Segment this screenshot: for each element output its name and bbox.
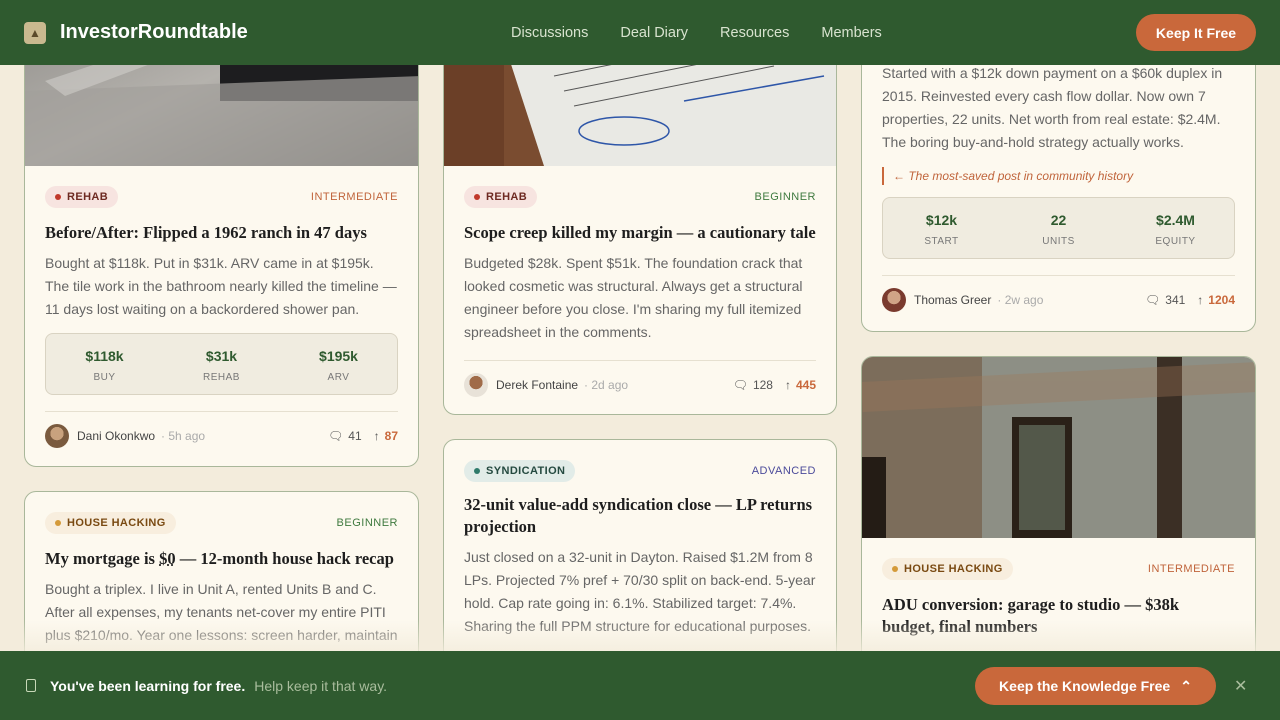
category-badge[interactable]: SYNDICATION: [464, 460, 576, 482]
stat-rehab-value: $31k: [205, 348, 238, 364]
stat-equity-label: EQUITY: [1155, 236, 1196, 247]
post-footer: Thomas Greer · 2w ago 🗨 341 ↑ 1204: [882, 276, 1235, 324]
post-title[interactable]: 32-unit value-add syndication close — LP…: [464, 494, 816, 538]
comment-icon: 🗨: [328, 429, 344, 443]
difficulty-label: BEGINNER: [336, 517, 398, 529]
banner-subtext: Help keep it that way.: [254, 677, 388, 694]
avatar[interactable]: [882, 288, 906, 312]
nav-resources[interactable]: Resources: [720, 25, 789, 41]
arrow-up-icon: ↑: [373, 429, 380, 443]
brand-name[interactable]: InvestorRoundtable: [60, 21, 248, 44]
stat-start-value: $12k: [925, 212, 958, 228]
nav-deal-diary[interactable]: Deal Diary: [620, 25, 688, 41]
difficulty-label: BEGINNER: [754, 191, 816, 203]
post-excerpt: Bought at $118k. Put in $31k. ARV came i…: [45, 255, 397, 317]
upvote-count[interactable]: ↑ 1204: [1197, 293, 1235, 307]
upvote-count[interactable]: ↑ 87: [374, 429, 398, 443]
arrow-up-icon: ↑: [784, 378, 791, 392]
logo-icon[interactable]: ▲: [24, 21, 46, 44]
author-name[interactable]: Derek Fontaine: [496, 378, 578, 392]
stat-rehab-label: REHAB: [203, 372, 240, 383]
difficulty-label: INTERMEDIATE: [1147, 563, 1235, 575]
comments-count[interactable]: 🗨 41: [328, 429, 362, 443]
author-name[interactable]: Dani Okonkwo: [77, 429, 155, 443]
comments-count[interactable]: 🗨 128: [733, 378, 773, 392]
post-excerpt: Started with a $12k down payment on a $6…: [882, 65, 1223, 150]
top-navigation-bar: ▲ InvestorRoundtable Discussions Deal Di…: [0, 0, 1280, 65]
post-time: · 5h ago: [161, 429, 206, 443]
stat-arv-label: ARV: [327, 372, 350, 383]
author-name[interactable]: Thomas Greer: [914, 293, 991, 307]
stat-buy-label: BUY: [93, 372, 116, 383]
category-badge[interactable]: REHAB: [464, 186, 538, 208]
stat-buy-value: $118k: [85, 348, 124, 364]
post-excerpt: Budgeted $28k. Spent $51k. The foundatio…: [464, 255, 803, 340]
post-title[interactable]: ADU conversion: garage to studio — $38k …: [882, 594, 1235, 638]
main-nav: Discussions Deal Diary Resources Members: [511, 0, 882, 65]
comment-icon: 🗨: [732, 378, 748, 392]
donation-banner: You've been learning for free. Help keep…: [0, 651, 1280, 720]
difficulty-label: ADVANCED: [751, 465, 816, 477]
category-badge[interactable]: HOUSE HACKING: [45, 512, 176, 534]
comment-icon: 🗨: [1145, 293, 1161, 307]
arrow-up-icon: ↑: [1197, 293, 1204, 307]
avatar[interactable]: [464, 373, 488, 397]
post-title[interactable]: Before/After: Flipped a 1962 ranch in 47…: [45, 222, 398, 244]
post-photo-brick-building: [862, 357, 1255, 538]
post-excerpt: Bought a triplex. I live in Unit A, rent…: [45, 581, 398, 643]
deal-stats: $12k START 22 UNITS $2.4M EQUITY: [882, 197, 1235, 259]
post-time: · 2w ago: [997, 293, 1044, 307]
post-title[interactable]: Scope creep killed my margin — a caution…: [464, 222, 816, 244]
book-icon: [26, 679, 36, 692]
chevron-up-icon: ⌃: [1180, 677, 1192, 694]
category-badge[interactable]: HOUSE HACKING: [882, 558, 1013, 580]
category-badge[interactable]: REHAB: [45, 186, 119, 208]
post-title[interactable]: My mortgage is $0 — 12-month house hack …: [45, 548, 398, 570]
post-highlight: ← The most-saved post in community histo…: [882, 167, 1235, 185]
post-footer: Dani Okonkwo · 5h ago 🗨 41 ↑ 87: [45, 412, 398, 460]
stat-arv-value: $195k: [319, 348, 358, 364]
post-time: · 2d ago: [584, 378, 629, 392]
post-footer: Derek Fontaine · 2d ago 🗨 128 ↑ 445: [464, 361, 816, 409]
post-card-ranch-flip[interactable]: REHAB INTERMEDIATE Before/After: Flipped…: [24, 0, 419, 467]
keep-it-free-button[interactable]: Keep It Free: [1136, 14, 1256, 51]
comments-count[interactable]: 🗨 341: [1145, 293, 1185, 307]
nav-discussions[interactable]: Discussions: [511, 25, 588, 41]
stat-equity-value: $2.4M: [1156, 212, 1195, 228]
avatar[interactable]: [45, 424, 69, 448]
upvote-count[interactable]: ↑ 445: [785, 378, 816, 392]
close-icon[interactable]: ✕: [1234, 676, 1247, 696]
stat-start-label: START: [924, 236, 959, 247]
banner-headline: You've been learning for free.: [50, 677, 246, 694]
keep-knowledge-free-button[interactable]: Keep the Knowledge Free ⌃: [975, 667, 1216, 705]
stat-units-value: 22: [1050, 212, 1067, 228]
difficulty-label: INTERMEDIATE: [310, 191, 398, 203]
post-excerpt: Just closed on a 32-unit in Dayton. Rais…: [464, 549, 816, 634]
nav-members[interactable]: Members: [821, 25, 881, 41]
deal-stats: $118k BUY $31k REHAB $195k ARV: [45, 333, 398, 395]
stat-units-label: UNITS: [1042, 236, 1075, 247]
